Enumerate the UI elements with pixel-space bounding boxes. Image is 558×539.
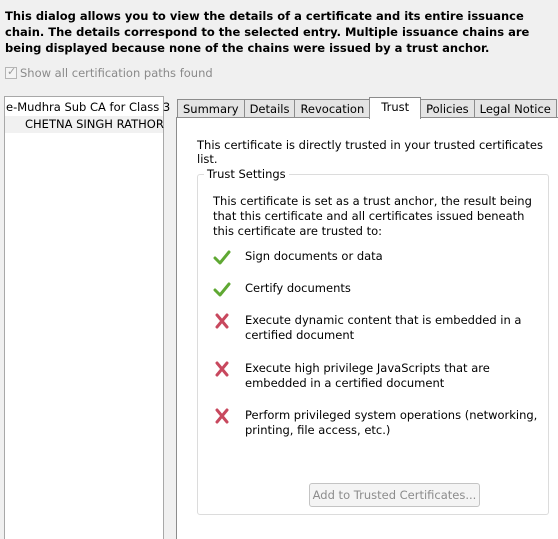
tab-details[interactable]: Details [243,99,296,119]
direct-trust-message: This certificate is directly trusted in … [197,138,543,166]
tab-policies[interactable]: Policies [420,99,475,119]
permission-item: Execute dynamic content that is embedded… [213,313,543,343]
cross-icon [215,408,229,424]
tab-trust[interactable]: Trust [369,97,422,119]
intro-text: This dialog allows you to view the detai… [5,9,530,55]
tab-revocation[interactable]: Revocation [294,99,371,119]
cross-icon [215,313,229,329]
trust-settings-group: Trust Settings This certificate is set a… [197,167,549,515]
show-all-paths-label: Show all certification paths found [20,66,213,80]
permission-item: Certify documents [213,281,543,297]
tree-item-issuer[interactable]: e-Mudhra Sub CA for Class 3 [5,99,170,116]
tree-item-subject[interactable]: CHETNA SINGH RATHOR [5,116,164,133]
permission-item: Execute high privilege JavaScripts that … [213,361,543,391]
permission-label: Execute dynamic content that is embedded… [245,313,522,342]
checkmark-icon [213,282,231,297]
permission-label: Execute high privilege JavaScripts that … [245,361,490,390]
trust-panel: This certificate is directly trusted in … [176,117,558,539]
cross-icon [215,361,229,377]
permission-label: Sign documents or data [245,249,383,263]
trust-settings-description: This certificate is set as a trust ancho… [213,194,532,238]
tab-summary[interactable]: Summary [177,99,245,119]
permission-label: Certify documents [245,281,351,295]
checkbox-box[interactable] [5,65,17,79]
certificate-chain-tree[interactable]: e-Mudhra Sub CA for Class 3 CHETNA SINGH… [4,96,170,539]
permission-item: Sign documents or data [213,249,543,265]
checkmark-icon [213,250,231,265]
permission-label: Perform privileged system operations (ne… [245,408,538,437]
permission-item: Perform privileged system operations (ne… [213,408,543,438]
show-all-paths-checkbox[interactable]: Show all certification paths found [5,65,213,80]
trust-settings-title: Trust Settings [204,167,289,181]
tab-legal-notice[interactable]: Legal Notice [473,99,557,119]
add-to-trusted-certificates-button[interactable]: Add to Trusted Certificates... [309,483,480,507]
tab-bar: Summary Details Revocation Trust Policie… [177,97,557,119]
